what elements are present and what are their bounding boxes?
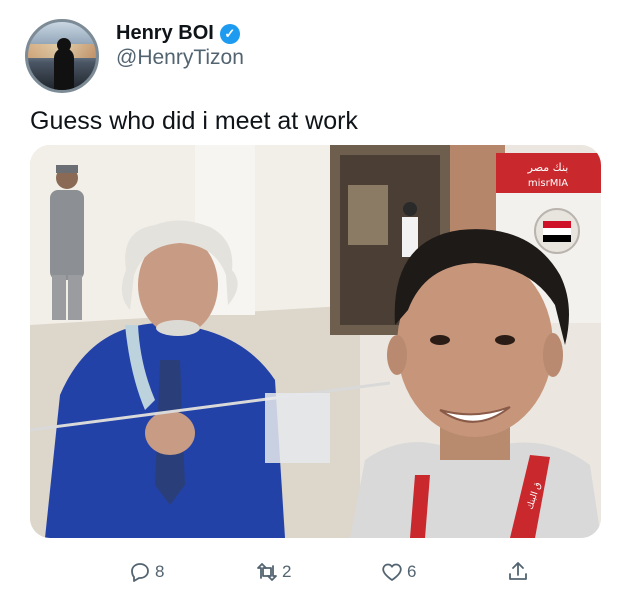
tweet-text: Guess who did i meet at work bbox=[30, 107, 358, 135]
photo-scene: بنك مصر misrMIA ق البنك bbox=[30, 145, 601, 538]
author-name-row: Henry BOI ✓ bbox=[116, 22, 240, 45]
tweet-photo[interactable]: بنك مصر misrMIA ق البنك bbox=[30, 145, 601, 538]
verified-badge-icon: ✓ bbox=[219, 23, 240, 44]
retweet-count: 2 bbox=[282, 562, 292, 581]
avatar[interactable] bbox=[25, 19, 99, 93]
reply-count: 8 bbox=[155, 562, 165, 581]
heart-icon bbox=[382, 563, 402, 581]
share-icon bbox=[509, 562, 527, 580]
share-action[interactable] bbox=[506, 560, 530, 584]
like-count: 6 bbox=[407, 562, 417, 581]
author-display-name[interactable]: Henry BOI bbox=[116, 22, 214, 45]
reply-action[interactable]: 8 bbox=[128, 560, 164, 584]
avatar-person bbox=[54, 48, 74, 90]
tweet-actions: 8 2 6 bbox=[0, 560, 631, 588]
retweet-icon bbox=[257, 563, 277, 581]
author-handle[interactable]: @HenryTizon bbox=[116, 46, 244, 70]
like-action[interactable]: 6 bbox=[380, 560, 416, 584]
sign-text-arabic: بنك مصر bbox=[527, 161, 569, 174]
retweet-action[interactable]: 2 bbox=[255, 560, 291, 584]
reply-icon bbox=[131, 563, 149, 582]
sign-text-latin: misrMIA bbox=[528, 178, 568, 189]
